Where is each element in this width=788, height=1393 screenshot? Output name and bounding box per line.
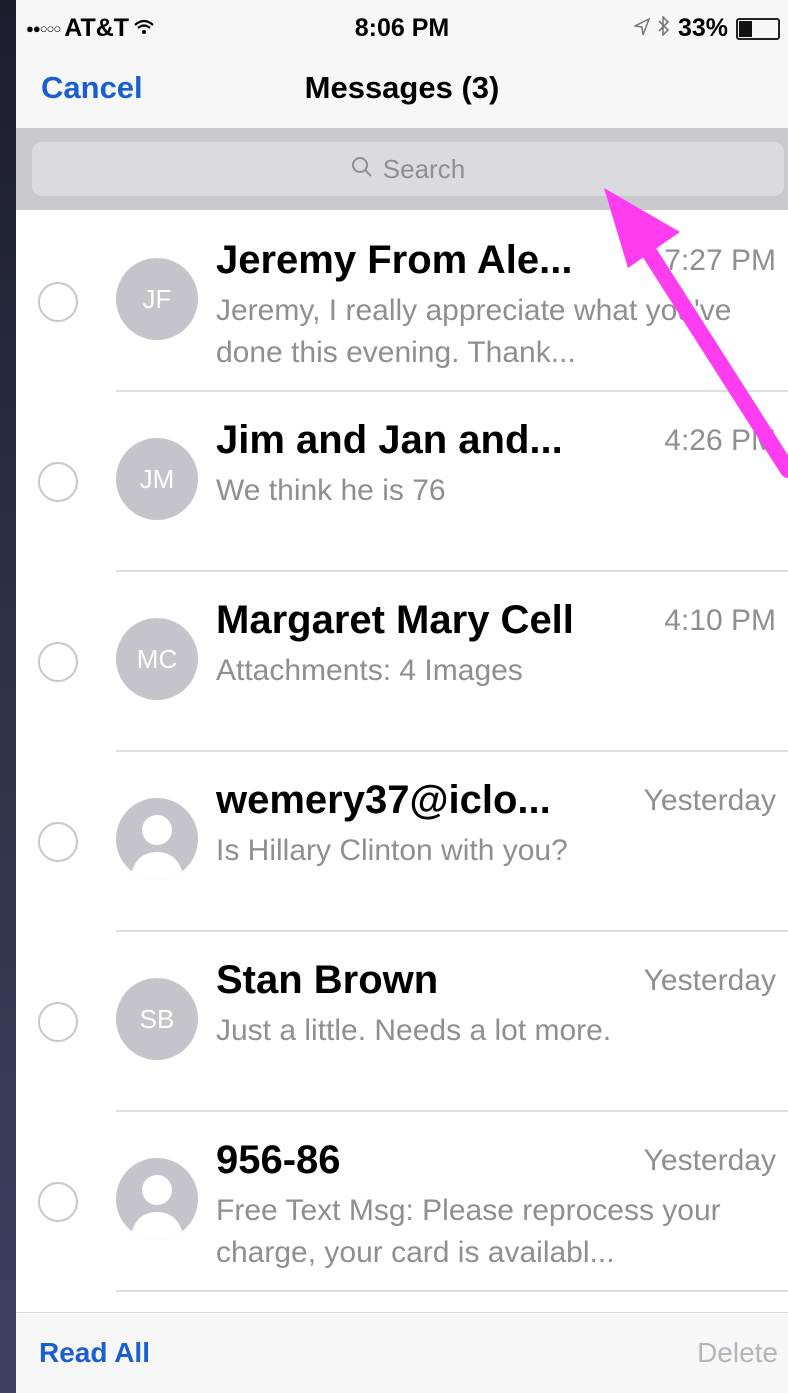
row-divider: [116, 930, 788, 932]
conversation-row[interactable]: MC Margaret Mary Cell 4:10 PM Attachment…: [16, 570, 788, 750]
page-title: Messages (3): [304, 70, 500, 105]
select-radio[interactable]: [38, 462, 78, 502]
phone-screen: ●●○○○ AT&T 8:06 PM 33% Cancel Messages (…: [16, 0, 788, 1393]
contact-name: Margaret Mary Cell: [216, 598, 574, 642]
row-divider: [116, 750, 788, 752]
select-radio[interactable]: [38, 282, 78, 322]
contact-name: wemery37@iclo...: [216, 778, 551, 822]
search-icon: [351, 154, 373, 185]
read-all-button[interactable]: Read All: [39, 1337, 150, 1369]
battery-percent: 33%: [677, 14, 728, 42]
row-divider: [116, 1110, 788, 1112]
message-time: Yesterday: [643, 784, 776, 817]
message-preview: Free Text Msg: Please reprocess your cha…: [216, 1194, 721, 1269]
navigation-bar: Cancel Messages (3): [16, 52, 788, 128]
conversation-row[interactable]: 956-86 Yesterday Free Text Msg: Please r…: [16, 1110, 788, 1290]
battery-icon: [736, 17, 780, 40]
conversation-row[interactable]: SB Stan Brown Yesterday Just a little. N…: [16, 930, 788, 1110]
message-preview: Jeremy, I really appreciate what you've …: [216, 294, 732, 369]
select-radio[interactable]: [38, 1182, 78, 1222]
message-time: Yesterday: [643, 1144, 776, 1177]
search-bar: Search: [16, 128, 788, 210]
message-time: 4:26 PM: [664, 424, 776, 457]
conversation-row[interactable]: JF Jeremy From Ale... 7:27 PM Jeremy, I …: [16, 210, 788, 390]
delete-button[interactable]: Delete: [697, 1337, 778, 1369]
message-preview: Is Hillary Clinton with you?: [216, 834, 568, 867]
status-bar: ●●○○○ AT&T 8:06 PM 33%: [16, 0, 788, 52]
conversation-row[interactable]: wemery37@iclo... Yesterday Is Hillary Cl…: [16, 750, 788, 930]
conversation-row[interactable]: JM Jim and Jan and... 4:26 PM We think h…: [16, 390, 788, 570]
avatar: JF: [116, 258, 198, 340]
row-divider: [116, 390, 788, 392]
row-divider: [116, 570, 788, 572]
bottom-toolbar: Read All Delete: [16, 1312, 788, 1393]
avatar: [116, 1158, 198, 1240]
bluetooth-icon: [658, 14, 670, 43]
contact-name: Stan Brown: [216, 958, 439, 1002]
message-preview: Attachments: 4 Images: [216, 654, 523, 687]
avatar: SB: [116, 978, 198, 1060]
person-silhouette-icon: [130, 815, 184, 880]
select-radio[interactable]: [38, 642, 78, 682]
select-radio[interactable]: [38, 1002, 78, 1042]
person-silhouette-icon: [130, 1175, 184, 1240]
row-divider: [116, 1290, 788, 1292]
search-placeholder: Search: [382, 153, 466, 184]
contact-name: Jim and Jan and...: [216, 418, 563, 462]
message-time: Yesterday: [643, 964, 776, 997]
message-time: 7:27 PM: [664, 244, 776, 277]
message-preview: We think he is 76: [216, 474, 446, 507]
message-preview: Just a little. Needs a lot more.: [216, 1014, 612, 1047]
location-arrow-icon: [632, 14, 651, 43]
avatar: MC: [116, 618, 198, 700]
status-right-group: 33%: [632, 14, 780, 43]
contact-name: 956-86: [216, 1138, 341, 1182]
search-input[interactable]: Search: [32, 142, 784, 196]
contact-name: Jeremy From Ale...: [216, 238, 573, 282]
message-time: 4:10 PM: [664, 604, 776, 637]
select-radio[interactable]: [38, 822, 78, 862]
avatar: [116, 798, 198, 880]
avatar: JM: [116, 438, 198, 520]
